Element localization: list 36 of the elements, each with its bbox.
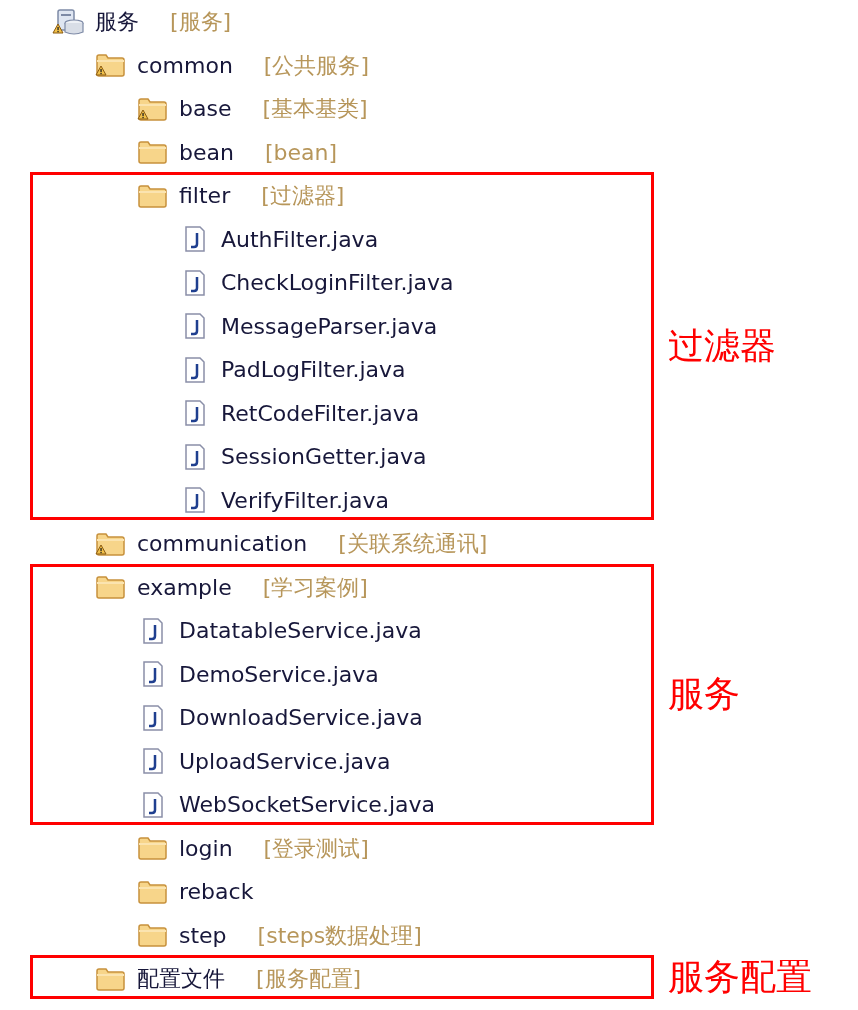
file-name[interactable]: DatatableService.java (179, 614, 422, 648)
annotation-label: 过滤器 (668, 328, 776, 364)
folder-description: [服务配置] (256, 965, 362, 994)
file-name[interactable]: DemoService.java (179, 657, 379, 691)
folder-description: [过滤器] (261, 182, 345, 211)
file-name[interactable]: DownloadService.java (179, 701, 423, 735)
folder-description: [基本基类] (262, 95, 368, 124)
file-name[interactable]: CheckLoginFilter.java (221, 266, 454, 300)
folder-description: [steps数据处理] (257, 921, 422, 950)
file-name[interactable]: PadLogFilter.java (221, 353, 406, 387)
file-name[interactable]: VerifyFilter.java (221, 483, 389, 517)
file-name[interactable]: MessageParser.java (221, 309, 438, 343)
file-name[interactable]: RetCodeFilter.java (221, 396, 420, 430)
folder-description: [登录测试] (263, 834, 369, 863)
folder-name[interactable]: login (179, 831, 233, 865)
folder-description: [公共服务] (263, 51, 369, 80)
folder-name[interactable]: filter (179, 179, 231, 213)
folder-description: [学习案例] (262, 573, 368, 602)
folder-name[interactable]: communication (137, 527, 308, 561)
folder-name[interactable]: common (137, 48, 233, 82)
folder-name[interactable]: step (179, 918, 227, 952)
folder-name[interactable]: 服务 (95, 5, 139, 39)
folder-name[interactable]: reback (179, 875, 254, 909)
folder-description: [服务] (170, 8, 232, 37)
file-name[interactable]: WebSocketService.java (179, 788, 435, 822)
annotation-label: 服务配置 (668, 958, 812, 995)
folder-description: [bean] (264, 138, 338, 167)
folder-name[interactable]: bean (179, 135, 234, 169)
folder-name[interactable]: example (137, 570, 232, 604)
file-name[interactable]: AuthFilter.java (221, 222, 379, 256)
folder-name[interactable]: base (179, 92, 232, 126)
folder-name[interactable]: 配置文件 (137, 962, 225, 996)
file-name[interactable]: UploadService.java (179, 744, 391, 778)
folder-description: [关联系统通讯] (338, 530, 488, 559)
file-name[interactable]: SessionGetter.java (221, 440, 427, 474)
annotation-label: 服务 (668, 676, 740, 712)
